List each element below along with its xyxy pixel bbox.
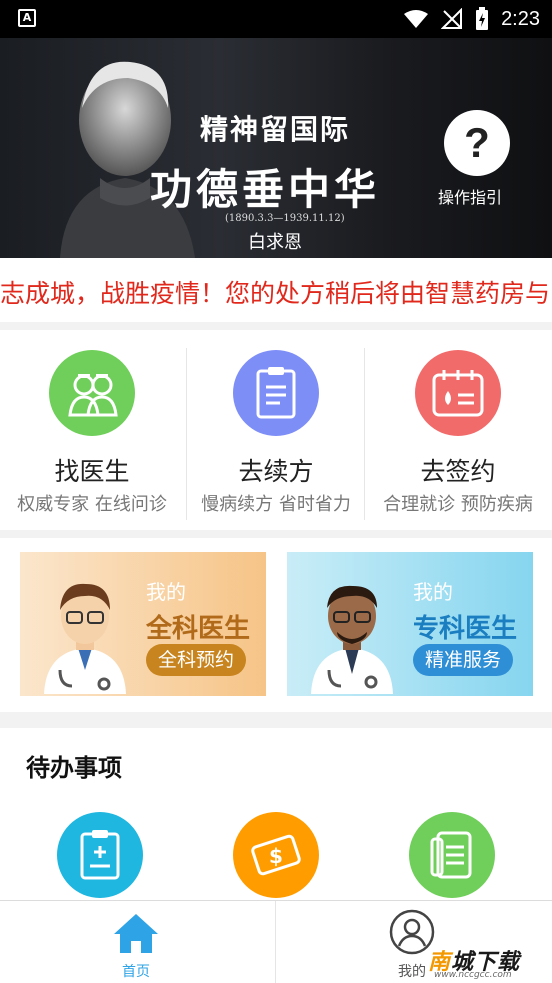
banner-slogan-1: 精神留国际 — [200, 113, 351, 146]
find-doctor-subtitle: 权威专家 在线问诊 — [17, 494, 167, 515]
notice-text: 志成城，战胜疫情！您的处方稍后将由智慧药房与 — [0, 279, 551, 308]
help-button[interactable]: ? — [444, 110, 510, 176]
specialist-doctor-avatar — [311, 585, 393, 694]
sign-contract-button[interactable]: 去签约 合理就诊 预防疾病 — [366, 330, 550, 530]
specialist-service-button[interactable]: 精准服务 — [413, 644, 514, 676]
tab-home[interactable]: 首页 — [96, 909, 176, 980]
specialist-doctor-my: 我的 — [413, 580, 453, 604]
notice-marquee[interactable]: 志成城，战胜疫情！您的处方稍后将由智慧药房与 — [0, 258, 552, 322]
find-doctor-button[interactable]: 找医生 权威专家 在线问诊 — [0, 330, 184, 530]
banner-name: 白求恩 — [248, 232, 302, 253]
help-label[interactable]: 操作指引 — [438, 184, 502, 208]
sign-contract-subtitle: 合理就诊 预防疾病 — [383, 494, 533, 515]
divider — [364, 348, 365, 520]
specialist-doctor-title: 专科医生 — [413, 614, 518, 644]
renew-prescription-title: 去续方 — [238, 457, 314, 486]
general-doctor-title: 全科医生 — [146, 614, 251, 644]
notification-icon: A — [18, 9, 36, 27]
status-bar: A 2:23 — [0, 0, 552, 38]
calendar-drop-icon — [415, 350, 501, 436]
todo-title: 待办事项 — [26, 754, 122, 782]
no-signal-icon — [441, 8, 463, 29]
general-doctor-avatar — [44, 583, 126, 694]
battery-charging-icon — [476, 7, 489, 30]
general-appointment-button[interactable]: 全科预约 — [146, 644, 247, 676]
status-icons: 2:23 — [403, 6, 540, 32]
svg-text:$: $ — [269, 844, 283, 868]
renew-prescription-subtitle: 慢病续方 省时省力 — [201, 494, 351, 515]
prescription-icon[interactable] — [57, 812, 143, 898]
general-doctor-my: 我的 — [146, 580, 186, 604]
clipboard-icon — [233, 350, 319, 436]
payment-icon[interactable]: $ — [233, 812, 319, 898]
doctor-cards: 我的 全科医生 全科预约 我的 专科医生 精准服务 — [0, 538, 552, 712]
find-doctor-title: 找医生 — [54, 457, 130, 486]
banner-slogan-2: 功德垂中华 — [150, 165, 381, 214]
service-grid: 找医生 权威专家 在线问诊 去续方 慢病续方 省时省力 去签约 合理就诊 预防疾… — [0, 330, 552, 530]
tab-home-label: 首页 — [122, 964, 150, 980]
general-doctor-card[interactable]: 我的 全科医生 全科预约 — [20, 552, 266, 696]
site-watermark: 南城下载 www.nccgcc.com — [428, 944, 548, 980]
todo-section: 待办事项 $ — [0, 728, 552, 908]
doctors-icon — [49, 350, 135, 436]
watermark-url: www.nccgcc.com — [434, 970, 512, 980]
renew-prescription-button[interactable]: 去续方 慢病续方 省时省力 — [184, 330, 368, 530]
record-icon[interactable] — [409, 812, 495, 898]
hero-banner[interactable]: 精神留国际 功德垂中华 (1890.3.3—1939.11.12) 白求恩 ? … — [0, 38, 552, 258]
specialist-doctor-card[interactable]: 我的 专科医生 精准服务 — [287, 552, 533, 696]
wifi-icon — [404, 10, 429, 28]
portrait-image — [60, 61, 195, 258]
question-icon: ? — [464, 119, 490, 166]
banner-dates: (1890.3.3—1939.11.12) — [225, 213, 345, 224]
clock: 2:23 — [501, 7, 540, 30]
home-icon — [114, 914, 158, 953]
sign-contract-title: 去签约 — [420, 457, 496, 486]
divider — [275, 901, 276, 983]
